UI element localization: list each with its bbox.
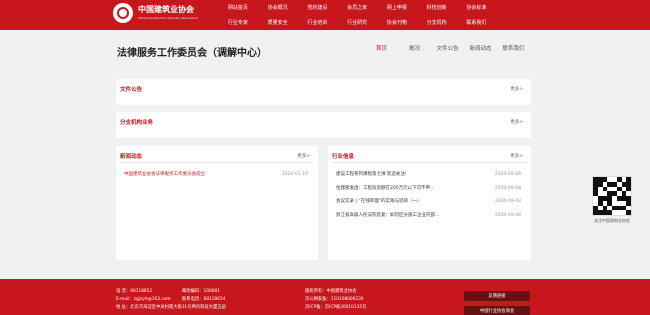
nav-item-branches[interactable]: 分支机构 bbox=[417, 19, 457, 26]
list-item[interactable]: 浙江省高级人民法院答复：如何区分施工企业内部... 2020-09-08 bbox=[336, 209, 521, 223]
nav-item-training[interactable]: 行业培训 bbox=[298, 19, 338, 26]
subnav-overview[interactable]: 概况 bbox=[398, 44, 431, 52]
sub-nav: 首页 概况 文件公告 新闻动态 联系我们 bbox=[365, 44, 530, 52]
main-nav: 网站首页 协会概况 党的建设 会员之家 网上申报 科技创新 协会标准 行业专家 … bbox=[218, 0, 536, 30]
nav-item-standards[interactable]: 协会标准 bbox=[457, 4, 497, 11]
nav-item-overview[interactable]: 协会概况 bbox=[258, 4, 298, 11]
site-header: 中国建筑业协会 China Construction Industry Asso… bbox=[0, 0, 650, 30]
subnav-home[interactable]: 首页 bbox=[365, 44, 398, 52]
divider bbox=[332, 162, 527, 163]
logo-title: 中国建筑业协会 bbox=[138, 5, 194, 14]
footer-copyright: 版权所有：中国建筑业协会 京公网安备：110108006230 京ICP备：京I… bbox=[305, 289, 367, 310]
list-item[interactable]: 住建部发函：工程投资额在200万元以下可不申... 2020-09-08 bbox=[336, 182, 521, 196]
qr-code-icon bbox=[592, 176, 632, 216]
announcements-panel: 文件公告 更多> bbox=[116, 79, 531, 105]
panel-title: 新闻动态 bbox=[120, 154, 143, 160]
panel-title: 文件公告 bbox=[120, 87, 143, 93]
list-item[interactable]: 建设工程系列课程第七讲 欢迎关注! 2020-09-08 bbox=[336, 168, 521, 182]
industry-info-panel: 行业信息 更多> 建设工程系列课程第七讲 欢迎关注! 2020-09-08 住建… bbox=[328, 146, 531, 260]
nav-item-contact[interactable]: 联系我们 bbox=[457, 19, 497, 26]
nav-item-home[interactable]: 网站首页 bbox=[218, 4, 258, 11]
subnav-contact[interactable]: 联系我们 bbox=[497, 44, 530, 52]
list-item[interactable]: 中国建筑业协会法律服务工作委员会成立 2020-01-10 bbox=[124, 168, 308, 182]
subnav-news[interactable]: 新闻动态 bbox=[464, 44, 497, 52]
more-link[interactable]: 更多> bbox=[510, 86, 523, 92]
more-link[interactable]: 更多> bbox=[510, 119, 523, 125]
divider bbox=[120, 162, 314, 163]
nav-item-publications[interactable]: 协会刊物 bbox=[377, 19, 417, 26]
panel-title: 行业信息 bbox=[332, 154, 355, 160]
list-item[interactable]: 会议实录 | “在线审理”的实践与思辨（一） 2020-09-08 bbox=[336, 195, 521, 209]
friend-links-button[interactable]: 友情链接 bbox=[464, 291, 530, 301]
site-footer: 电 话：66118852 E-mail：zgjzyh@163.com 地 址：北… bbox=[0, 279, 650, 315]
more-link[interactable]: 更多> bbox=[510, 153, 523, 159]
nav-item-online-apply[interactable]: 网上申报 bbox=[377, 4, 417, 11]
panel-title: 分支机构业务 bbox=[120, 120, 154, 126]
nav-item-experts[interactable]: 行业专家 bbox=[218, 19, 258, 26]
qr-caption: 关注中国建筑业协会 bbox=[594, 218, 630, 223]
subnav-announcements[interactable]: 文件公告 bbox=[431, 44, 464, 52]
branch-business-panel: 分支机构业务 更多> bbox=[116, 112, 531, 138]
association-links-button[interactable]: 中国行业协会商会 bbox=[464, 306, 530, 315]
nav-item-research[interactable]: 行业研究 bbox=[337, 19, 377, 26]
nav-item-party[interactable]: 党的建设 bbox=[298, 4, 338, 11]
more-link[interactable]: 更多> bbox=[297, 153, 310, 159]
logo-subtitle: China Construction Industry Association bbox=[138, 16, 198, 20]
qr-code-widget: 关注中国建筑业协会 bbox=[592, 176, 632, 226]
page-title: 法律服务工作委员会（调解中心） bbox=[117, 48, 267, 59]
association-emblem-icon bbox=[113, 3, 133, 23]
news-panel: 新闻动态 更多> 中国建筑业协会法律服务工作委员会成立 2020-01-10 bbox=[116, 146, 318, 260]
nav-item-innovation[interactable]: 科技创新 bbox=[417, 4, 457, 11]
nav-item-quality[interactable]: 质量安全 bbox=[258, 19, 298, 26]
nav-item-members[interactable]: 会员之家 bbox=[337, 4, 377, 11]
site-logo[interactable]: 中国建筑业协会 China Construction Industry Asso… bbox=[113, 3, 198, 23]
footer-postal: 邮政编码：100081 联系电话：68118654 bbox=[182, 289, 226, 302]
